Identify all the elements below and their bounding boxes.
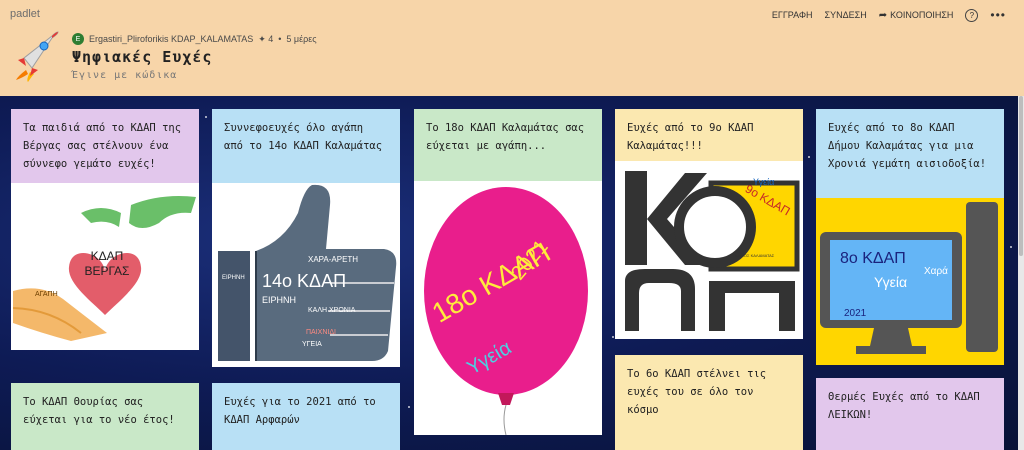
post-card[interactable]: Το 18ο ΚΔΑΠ Καλαμάτας σας εύχεται με αγά… (414, 109, 602, 435)
post-card[interactable]: Το 6ο ΚΔΑΠ στέλνει τις ευχές του σε όλο … (615, 355, 803, 450)
scrollbar-thumb[interactable] (1019, 96, 1023, 256)
post-card[interactable]: Θερμές Ευχές από το ΚΔΑΠ ΛΕΙΚΩΝ! (816, 378, 1004, 450)
author-name[interactable]: Ergastiri_Pliroforikis KDAP_KALAMATAS (89, 34, 253, 44)
like-count: ✦ 4 (258, 33, 274, 44)
post-caption: Ευχές από το 8ο ΚΔΑΠ Δήμου Καλαμάτας για… (828, 122, 987, 170)
post-card[interactable]: Το ΚΔΑΠ Θουρίας σας εύχεται για το νέο έ… (11, 383, 199, 450)
page-subtitle: Έγινε με κώδικα (72, 70, 178, 81)
post-card[interactable]: Ευχές από το 9ο ΚΔΑΠ Καλαμάτας!!! 9ο ΚΔΑ… (615, 109, 803, 339)
image-label: 8ο ΚΔΑΠ (840, 250, 906, 267)
post-image[interactable]: 14ο ΚΔΑΠ ΕΙΡΗΝΗ ΧΑΡΑ-ΑΡΕΤΗ ΚΑΛΗ ΧΡΟΝΙΑ Π… (212, 183, 400, 367)
post-card[interactable]: Ευχές για το 2021 από το ΚΔΑΠ Αρφαρών (212, 383, 400, 450)
post-image[interactable]: 8ο ΚΔΑΠ Υγεία Χαρά 2021 (816, 198, 1004, 365)
star-decoration (205, 116, 207, 118)
post-age: 5 μέρες (286, 34, 317, 44)
image-word: Υγεία (753, 177, 775, 187)
post-caption: Το 18ο ΚΔΑΠ Καλαμάτας σας εύχεται με αγά… (426, 122, 585, 152)
image-word: ΚΑΛΗ ΧΡΟΝΙΑ (308, 307, 356, 314)
post-caption: Συννεφοευχές όλο αγάπη από το 14ο ΚΔΑΠ Κ… (224, 122, 383, 152)
image-word: ΠΑΙΧΝΙΔΙ (306, 329, 336, 336)
post-caption: Το 6ο ΚΔΑΠ στέλνει τις ευχές του σε όλο … (627, 368, 767, 416)
page-title: Ψηφιακές Ευχές (72, 48, 213, 66)
star-decoration (612, 336, 614, 338)
image-word: ΑΓΑΠΗ (35, 291, 58, 298)
more-options-icon[interactable]: ••• (990, 8, 1006, 22)
image-label: ΚΔΑΠ ΒΕΡΓΑΣ (84, 249, 130, 278)
share-icon: ➦ (878, 9, 888, 21)
image-word: ΕΙΡΗΝΗ (262, 295, 297, 305)
post-card[interactable]: Ευχές από το 8ο ΚΔΑΠ Δήμου Καλαμάτας για… (816, 109, 1004, 365)
author-avatar[interactable]: E (72, 33, 84, 45)
meta-separator: • (278, 34, 282, 44)
image-word: Υγεία (874, 274, 908, 290)
image-year: 2021 (844, 308, 867, 319)
padlet-wall: Τα παιδιά από το ΚΔΑΠ της Βέργας σας στέ… (0, 96, 1018, 450)
image-word: ΧΑΡΑ-ΑΡΕΤΗ (308, 255, 359, 264)
help-icon[interactable]: ? (965, 8, 979, 22)
image-small-text: ΔΗΜΟΣ ΚΑΛΑΜΑΤΑΣ (735, 253, 775, 258)
image-word: ΕΙΡΗΝΗ (222, 275, 245, 281)
page-scrollbar[interactable] (1018, 96, 1024, 450)
signup-link[interactable]: ΕΓΓΡΑΦΗ (772, 10, 813, 20)
padlet-header: padlet ΕΓΓΡΑΦΗ ΣΥΝΔΕΣΗ ➦ ΚΟΙΝΟΠΟΙΗΣΗ ? ••… (0, 0, 1024, 96)
image-word: Χαρά (924, 266, 948, 277)
padlet-logo[interactable]: padlet (10, 8, 40, 20)
rocket-icon (16, 31, 59, 82)
post-meta: E Ergastiri_Pliroforikis KDAP_KALAMATAS … (72, 33, 317, 45)
post-caption: Ευχές από το 9ο ΚΔΑΠ Καλαμάτας!!! (627, 122, 754, 152)
header-nav: ΕΓΓΡΑΦΗ ΣΥΝΔΕΣΗ ➦ ΚΟΙΝΟΠΟΙΗΣΗ ? ••• (772, 8, 1006, 22)
share-button[interactable]: ➦ ΚΟΙΝΟΠΟΙΗΣΗ (879, 10, 954, 21)
post-image[interactable]: ΚΔΑΠ ΒΕΡΓΑΣ ΑΓΑΠΗ (11, 183, 199, 350)
star-decoration (1010, 246, 1012, 248)
post-card[interactable]: Συννεφοευχές όλο αγάπη από το 14ο ΚΔΑΠ Κ… (212, 109, 400, 367)
post-caption: Το ΚΔΑΠ Θουρίας σας εύχεται για το νέο έ… (23, 396, 175, 426)
post-caption: Θερμές Ευχές από το ΚΔΑΠ ΛΕΙΚΩΝ! (828, 391, 980, 421)
post-card[interactable]: Τα παιδιά από το ΚΔΑΠ της Βέργας σας στέ… (11, 109, 199, 350)
post-caption: Ευχές για το 2021 από το ΚΔΑΠ Αρφαρών (224, 396, 376, 426)
post-image[interactable]: 9ο ΚΔΑΠ Υγεία ΔΗΜΟΣ ΚΑΛΑΜΑΤΑΣ (615, 161, 803, 339)
login-link[interactable]: ΣΥΝΔΕΣΗ (825, 10, 867, 20)
star-decoration (808, 156, 810, 158)
image-label: 14ο ΚΔΑΠ (262, 271, 347, 291)
post-image[interactable]: 18ο ΚΔΑΠ 2021 Υγεία (414, 181, 602, 435)
image-word: ΥΓΕΙΑ (302, 341, 322, 348)
star-decoration (408, 406, 410, 408)
share-label: ΚΟΙΝΟΠΟΙΗΣΗ (890, 9, 954, 20)
post-caption: Τα παιδιά από το ΚΔΑΠ της Βέργας σας στέ… (23, 122, 182, 170)
